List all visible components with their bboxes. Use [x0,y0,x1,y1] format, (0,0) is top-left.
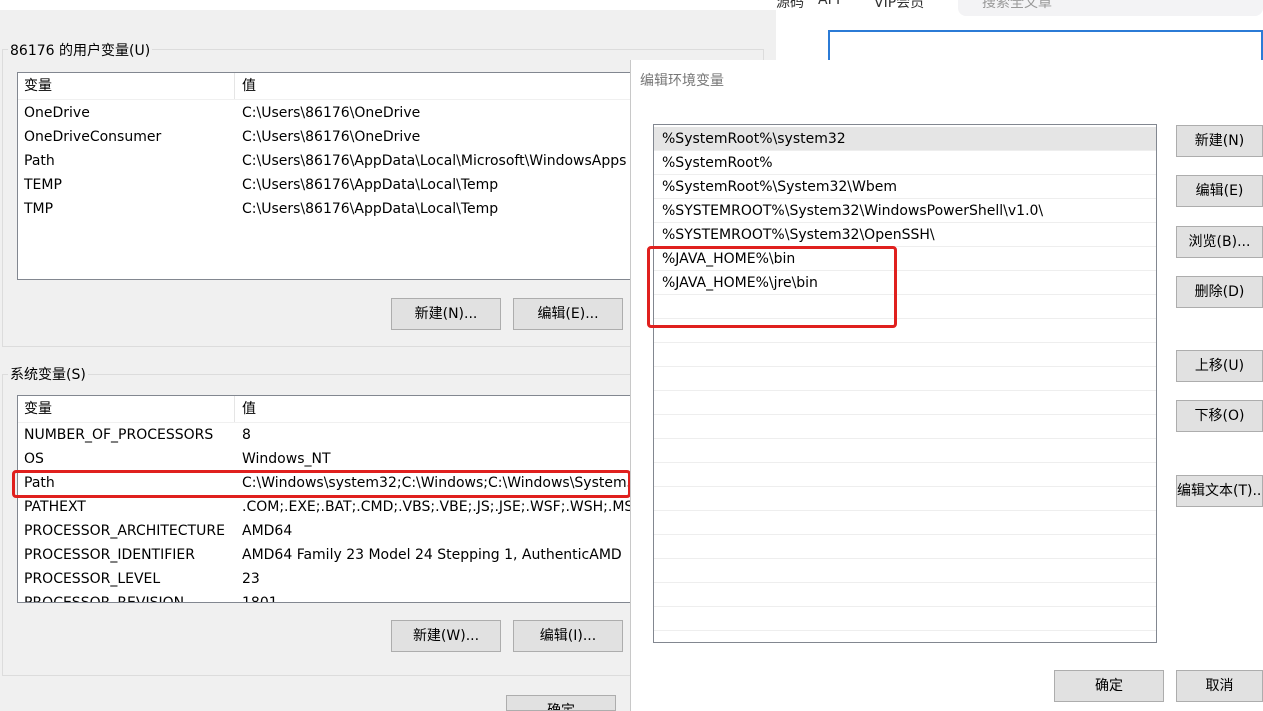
empty-row [654,439,1156,463]
user-edit-button[interactable]: 编辑(E)... [513,298,623,330]
col-variable[interactable]: 变量 [24,73,52,99]
top-strip [0,0,776,10]
col-value[interactable]: 值 [242,73,256,99]
var-value: C:\Users\86176\OneDrive [242,129,421,145]
var-name: Path [24,153,55,169]
ok-button[interactable]: 确定 [1054,670,1164,702]
empty-row [654,535,1156,559]
path-entry[interactable]: %JAVA_HOME%\jre\bin [654,271,1156,295]
var-name: PROCESSOR_LEVEL [24,571,161,587]
var-value: C:\Users\86176\OneDrive [242,105,421,121]
empty-row [654,559,1156,583]
var-value: C:\Windows\system32;C:\Windows;C:\Window… [242,475,638,491]
var-name: TMP [24,201,54,217]
edit-text-button[interactable]: 编辑文本(T)... [1176,475,1263,507]
col-variable[interactable]: 变量 [24,396,52,422]
var-value: 1801 [242,595,278,603]
empty-row [654,583,1156,607]
browse-button[interactable]: 浏览(B)... [1176,226,1263,258]
empty-row [654,487,1156,511]
bg-search-input[interactable]: 搜索全文章 [958,0,1263,16]
var-value: C:\Users\86176\AppData\Local\Temp [242,201,499,217]
var-name: Path [24,475,55,491]
var-name: PROCESSOR_REVISION [24,595,185,603]
empty-row [654,415,1156,439]
var-value: C:\Users\86176\AppData\Local\Microsoft\W… [242,153,627,169]
var-value: AMD64 [242,523,293,539]
move-up-button[interactable]: 上移(U) [1176,350,1263,382]
var-name: OneDriveConsumer [24,129,162,145]
user-vars-title: 86176 的用户变量(U) [8,40,153,60]
var-name: NUMBER_OF_PROCESSORS [24,427,214,443]
user-new-button[interactable]: 新建(N)... [391,298,501,330]
empty-row [654,367,1156,391]
empty-row [654,319,1156,343]
system-vars-list[interactable]: 变量 值 NUMBER_OF_PROCESSORS 8 OS Windows_NT … [17,395,639,603]
new-button[interactable]: 新建(N) [1176,125,1263,157]
empty-row [654,391,1156,415]
var-value: .COM;.EXE;.BAT;.CMD;.VBS;.VBE;.JS;.JSE;.… [242,499,639,515]
bg-nav-item[interactable]: VIP会员 [874,0,924,12]
path-entries-list[interactable]: %SystemRoot%\system32 %SystemRoot% %Syst… [653,124,1157,643]
system-new-button[interactable]: 新建(W)... [391,620,501,652]
path-entry[interactable]: %SystemRoot%\System32\Wbem [654,175,1156,199]
empty-row [654,463,1156,487]
edit-button[interactable]: 编辑(E) [1176,175,1263,207]
empty-row[interactable] [654,295,1156,319]
path-entry[interactable]: %JAVA_HOME%\bin [654,247,1156,271]
var-name: OneDrive [24,105,90,121]
var-value: 8 [242,427,251,443]
var-value: Windows_NT [242,451,331,467]
col-value[interactable]: 值 [242,396,256,422]
empty-row [654,607,1156,631]
var-value: C:\Users\86176\AppData\Local\Temp [242,177,499,193]
path-entry[interactable]: %SYSTEMROOT%\System32\OpenSSH\ [654,223,1156,247]
left-ok-button[interactable]: 确定 [506,695,616,711]
system-vars-header: 变量 值 [18,396,638,423]
bg-nav-item[interactable]: API [818,0,840,8]
bg-blue-panel [828,30,1263,62]
bg-nav-item[interactable]: 源码 [776,0,804,12]
var-value: AMD64 Family 23 Model 24 Stepping 1, Aut… [242,547,622,563]
path-entry[interactable]: %SystemRoot% [654,151,1156,175]
var-name: TEMP [24,177,62,193]
move-down-button[interactable]: 下移(O) [1176,400,1263,432]
path-entry[interactable]: %SystemRoot%\system32 [654,127,1156,151]
var-name: OS [24,451,44,467]
user-vars-header: 变量 值 [18,73,638,100]
empty-row [654,511,1156,535]
system-vars-title: 系统变量(S) [8,364,88,384]
delete-button[interactable]: 删除(D) [1176,276,1263,308]
user-vars-list[interactable]: 变量 值 OneDrive C:\Users\86176\OneDrive One… [17,72,639,280]
cancel-button[interactable]: 取消 [1176,670,1263,702]
var-name: PATHEXT [24,499,86,515]
bg-search-placeholder: 搜索全文章 [982,0,1052,11]
var-name: PROCESSOR_ARCHITECTURE [24,523,225,539]
dialog-title: 编辑环境变量 [640,73,724,89]
var-value: 23 [242,571,260,587]
empty-row [654,343,1156,367]
var-name: PROCESSOR_IDENTIFIER [24,547,195,563]
path-entry[interactable]: %SYSTEMROOT%\System32\WindowsPowerShell\… [654,199,1156,223]
system-edit-button[interactable]: 编辑(I)... [513,620,623,652]
